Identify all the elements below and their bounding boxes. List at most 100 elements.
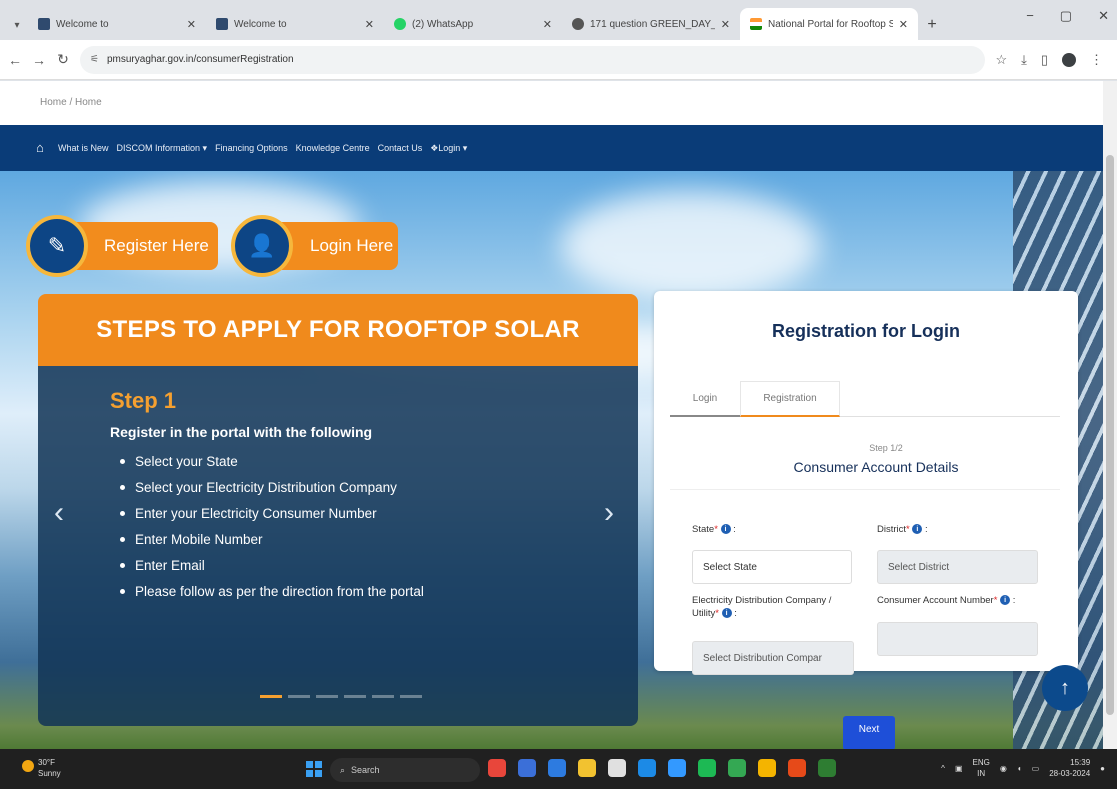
breadcrumb: Home / Home bbox=[40, 97, 102, 108]
nav-contact-us[interactable]: Contact Us bbox=[378, 143, 423, 153]
section-title: Consumer Account Details bbox=[793, 459, 959, 475]
close-icon[interactable]: ✕ bbox=[721, 18, 730, 31]
info-icon[interactable]: i bbox=[1000, 595, 1011, 606]
label-text: State bbox=[692, 524, 715, 535]
site-info-icon[interactable]: ⚟ bbox=[90, 54, 99, 65]
nav-knowledge-centre[interactable]: Knowledge Centre bbox=[296, 143, 370, 153]
tab-registration[interactable]: Registration bbox=[740, 381, 840, 417]
carousel-dot[interactable] bbox=[316, 695, 338, 698]
label-colon: : bbox=[734, 608, 737, 619]
close-icon[interactable]: ✕ bbox=[543, 18, 552, 31]
weather-text: Sunny bbox=[38, 769, 61, 778]
bullet-icon bbox=[120, 562, 125, 568]
app-icon[interactable] bbox=[638, 759, 656, 777]
discom-select[interactable]: Select Distribution Compar bbox=[692, 641, 854, 675]
tray-app-icon[interactable]: ▣ bbox=[955, 764, 963, 773]
battery-icon[interactable]: ▭ bbox=[1032, 764, 1040, 773]
district-select[interactable]: Select District bbox=[877, 550, 1038, 584]
wifi-icon[interactable]: ◉ bbox=[1000, 764, 1007, 773]
label-text: Electricity Distribution Company / bbox=[692, 595, 832, 606]
app-icon[interactable] bbox=[788, 759, 806, 777]
browser-tab-2[interactable]: Welcome to ✕ bbox=[206, 8, 384, 40]
back-icon[interactable]: ← bbox=[8, 52, 22, 68]
nav-what-is-new[interactable]: What is New bbox=[58, 143, 109, 153]
app-icon[interactable] bbox=[758, 759, 776, 777]
main-navbar: ⌂ What is New DISCOM Information ▾ Finan… bbox=[0, 125, 1103, 171]
chevron-up-icon[interactable]: ^ bbox=[941, 764, 945, 773]
window-controls: − ▢ ✕ bbox=[1026, 8, 1109, 24]
nav-discom-information[interactable]: DISCOM Information ▾ bbox=[117, 143, 208, 154]
close-icon[interactable]: ✕ bbox=[187, 18, 196, 31]
file-explorer-icon[interactable] bbox=[578, 759, 596, 777]
app-icon[interactable] bbox=[818, 759, 836, 777]
carousel-dot[interactable] bbox=[260, 695, 282, 698]
browser-tab-5[interactable]: National Portal for Rooftop Sol ✕ bbox=[740, 8, 918, 40]
edge-icon[interactable] bbox=[668, 759, 686, 777]
maximize-icon[interactable]: ▢ bbox=[1060, 8, 1072, 24]
tab-title: Welcome to bbox=[234, 18, 287, 30]
info-icon[interactable]: i bbox=[912, 524, 923, 535]
register-form-icon[interactable]: ✎ bbox=[26, 215, 88, 277]
address-bar[interactable]: ⚟ pmsuryaghar.gov.in/consumerRegistratio… bbox=[80, 45, 986, 74]
app-icon[interactable] bbox=[518, 759, 536, 777]
doc-icon bbox=[216, 18, 228, 30]
home-icon[interactable]: ⌂ bbox=[36, 140, 44, 155]
required-mark: * bbox=[714, 524, 718, 535]
browser-tab-1[interactable]: Welcome to ✕ bbox=[28, 8, 206, 40]
language-indicator[interactable]: ENG IN bbox=[973, 757, 990, 779]
next-button[interactable]: Next bbox=[843, 716, 895, 749]
list-item: Please follow as per the direction from … bbox=[120, 578, 638, 604]
menu-kebab-icon[interactable]: ⋮ bbox=[1090, 52, 1103, 68]
reload-icon[interactable]: ↻ bbox=[56, 51, 70, 68]
account-number-input[interactable] bbox=[877, 622, 1038, 656]
divider bbox=[670, 489, 1060, 490]
volume-icon[interactable]: ◖ bbox=[1017, 764, 1022, 773]
page-scrollbar[interactable] bbox=[1103, 81, 1117, 749]
nav-financing-options[interactable]: Financing Options bbox=[215, 143, 288, 153]
carousel-dot[interactable] bbox=[400, 695, 422, 698]
app-icon[interactable] bbox=[488, 759, 506, 777]
list-item: Enter Email bbox=[120, 552, 638, 578]
browser-tab-4[interactable]: 171 question GREEN_DAY_1 ✕ bbox=[562, 8, 740, 40]
browser-tab-3[interactable]: (2) WhatsApp ✕ bbox=[384, 8, 562, 40]
user-login-icon[interactable]: 👤 bbox=[231, 215, 293, 277]
carousel-dot[interactable] bbox=[372, 695, 394, 698]
state-select[interactable]: Select State bbox=[692, 550, 852, 584]
tab-search-icon[interactable]: ▾ bbox=[6, 10, 28, 40]
auth-tabs: Login Registration bbox=[670, 381, 1060, 417]
forward-icon[interactable]: → bbox=[32, 52, 46, 68]
sidepanel-icon[interactable]: ▯ bbox=[1041, 52, 1048, 68]
info-icon[interactable]: i bbox=[720, 524, 731, 535]
list-item-text: Enter Email bbox=[135, 557, 205, 573]
carousel-prev-icon[interactable]: ‹ bbox=[54, 496, 64, 530]
nav-login[interactable]: ❖Login ▾ bbox=[430, 143, 467, 154]
windows-start-icon[interactable] bbox=[306, 761, 322, 777]
notification-icon[interactable]: ● bbox=[1100, 764, 1105, 773]
new-tab-icon[interactable]: + bbox=[918, 10, 946, 40]
app-icon[interactable] bbox=[608, 759, 626, 777]
info-icon[interactable]: i bbox=[721, 608, 732, 619]
carousel-dot[interactable] bbox=[288, 695, 310, 698]
minimize-icon[interactable]: − bbox=[1026, 8, 1034, 24]
close-window-icon[interactable]: ✕ bbox=[1098, 8, 1109, 24]
tab-title: 171 question GREEN_DAY_1 bbox=[590, 18, 715, 30]
chrome-icon[interactable] bbox=[728, 759, 746, 777]
clock-date: 28-03-2024 bbox=[1049, 769, 1091, 778]
app-icon[interactable] bbox=[548, 759, 566, 777]
scroll-to-top-icon[interactable]: ↑ bbox=[1042, 665, 1088, 711]
clock[interactable]: 15:39 28-03-2024 bbox=[1049, 757, 1090, 779]
windows-taskbar: 30°F Sunny ⌕ Search ^ ▣ ENG IN ◉ ◖ ▭ 15:3… bbox=[0, 749, 1117, 789]
profile-avatar[interactable] bbox=[1062, 52, 1076, 67]
list-item: Select your Electricity Distribution Com… bbox=[120, 474, 638, 500]
bookmark-star-icon[interactable]: ☆ bbox=[995, 52, 1007, 68]
close-icon[interactable]: ✕ bbox=[899, 18, 908, 31]
taskbar-search[interactable]: ⌕ Search bbox=[330, 758, 480, 782]
tab-login[interactable]: Login bbox=[670, 381, 740, 417]
app-icon[interactable] bbox=[698, 759, 716, 777]
scrollbar-thumb[interactable] bbox=[1106, 155, 1114, 715]
download-icon[interactable]: ⤓ bbox=[1021, 52, 1027, 68]
weather-widget[interactable]: 30°F Sunny bbox=[22, 757, 61, 779]
carousel-next-icon[interactable]: › bbox=[604, 496, 614, 530]
carousel-dot[interactable] bbox=[344, 695, 366, 698]
close-icon[interactable]: ✕ bbox=[365, 18, 374, 31]
